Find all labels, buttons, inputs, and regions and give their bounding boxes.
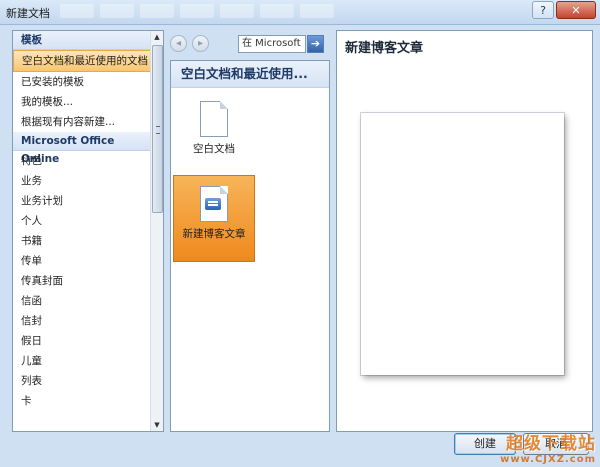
search-go-icon[interactable]: ➔ [307,35,324,53]
document-preview [361,113,564,375]
back-arrow-icon[interactable]: ◂ [170,35,187,52]
category-flyers[interactable]: 传单 [13,251,151,271]
category-new-from-existing[interactable]: 根据现有内容新建... [13,112,151,132]
category-business[interactable]: 业务 [13,171,151,191]
title-bar: 新建文档 ? ✕ [0,0,600,25]
category-children[interactable]: 儿童 [13,351,151,371]
category-cards[interactable]: 卡 [13,391,151,411]
category-installed-templates[interactable]: 已安装的模板 [13,72,151,92]
template-list-panel: 空白文档和最近使用... 空白文档 新建博客文章 [170,60,330,432]
category-holidays[interactable]: 假日 [13,331,151,351]
template-tile-label: 新建博客文章 [182,228,246,240]
category-business-plan[interactable]: 业务计划 [13,191,151,211]
category-my-templates[interactable]: 我的模板... [13,92,151,112]
category-list: 模板 空白文档和最近使用的文档 已安装的模板 我的模板... 根据现有内容新建.… [13,31,151,431]
category-featured[interactable]: 特色 [13,151,151,171]
section-office-online-header: Microsoft Office Online [13,132,151,165]
scroll-thumb[interactable] [152,45,163,213]
scroll-grip-icon [156,126,160,134]
create-button[interactable]: 创建 [454,433,516,455]
blog-post-icon [200,186,228,222]
scroll-up-arrow-icon[interactable]: ▲ [151,31,163,43]
section-templates-header: 模板 [13,31,151,50]
preview-panel: 新建博客文章 [336,30,593,432]
close-button[interactable]: ✕ [556,1,596,19]
help-button[interactable]: ? [532,1,554,19]
search-input[interactable]: 在 Microsoft [238,35,306,53]
category-fax-covers[interactable]: 传真封面 [13,271,151,291]
category-lists[interactable]: 列表 [13,371,151,391]
category-books[interactable]: 书籍 [13,231,151,251]
cancel-button[interactable]: 取消 [523,433,589,455]
blank-document-icon [200,101,228,137]
scroll-down-arrow-icon[interactable]: ▼ [151,419,163,431]
category-envelopes[interactable]: 信封 [13,311,151,331]
category-personal[interactable]: 个人 [13,211,151,231]
template-tile-blank-document[interactable]: 空白文档 [173,97,255,167]
category-letters[interactable]: 信函 [13,291,151,311]
forward-arrow-icon[interactable]: ▸ [192,35,209,52]
category-blank-recent[interactable]: 空白文档和最近使用的文档 [13,50,151,72]
template-list-header: 空白文档和最近使用... [171,61,329,88]
template-tile-label: 空白文档 [193,143,235,155]
category-scrollbar[interactable]: ▲ ▼ [150,31,163,431]
window-title: 新建文档 [6,7,50,20]
template-tile-new-blog-post[interactable]: 新建博客文章 [173,175,255,262]
navigation-bar: ◂ ▸ 在 Microsoft ➔ [170,34,330,54]
template-category-panel: 模板 空白文档和最近使用的文档 已安装的模板 我的模板... 根据现有内容新建.… [12,30,164,432]
preview-title: 新建博客文章 [345,41,424,56]
background-ribbon-ghost [60,4,334,20]
